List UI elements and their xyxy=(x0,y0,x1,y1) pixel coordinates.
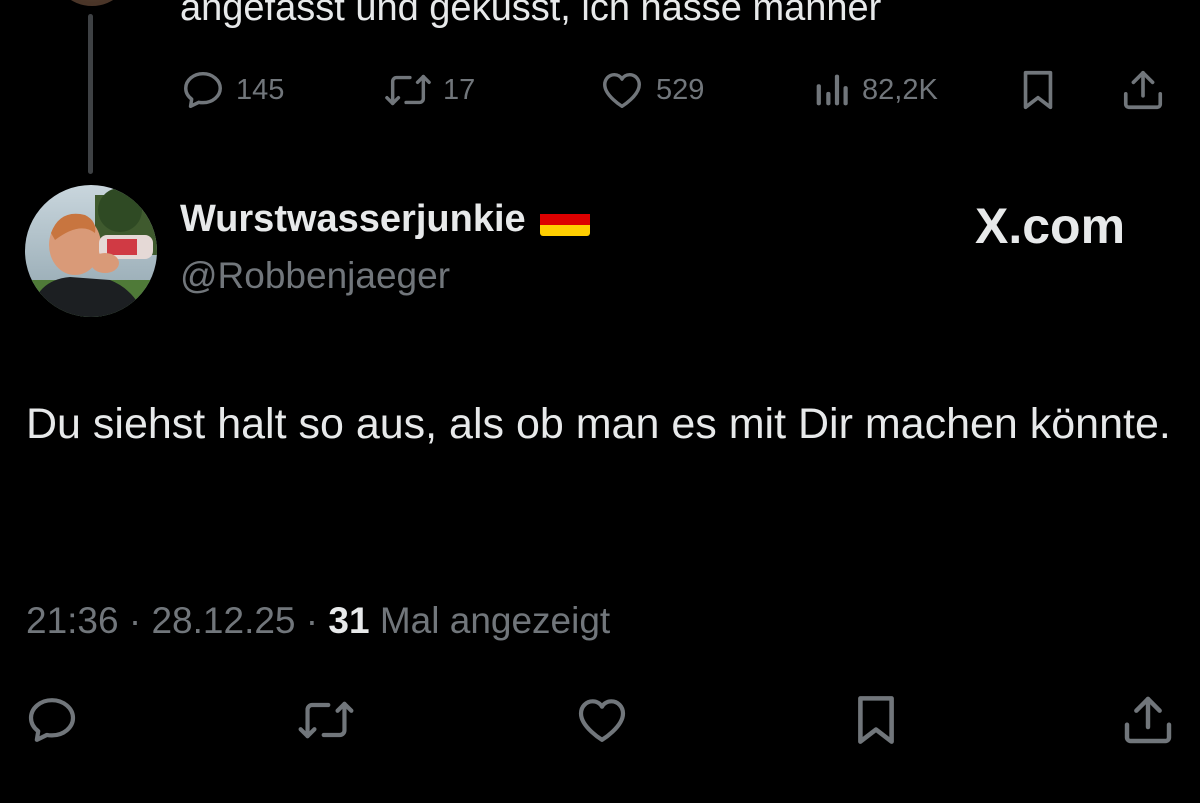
parent-avatar[interactable] xyxy=(52,0,132,6)
reply-icon xyxy=(184,71,222,109)
thread-connector-line xyxy=(88,14,93,174)
avatar-photo xyxy=(25,185,157,317)
repost-button[interactable] xyxy=(296,690,356,750)
like-icon xyxy=(578,699,626,742)
tweet-meta: 21:36 · 28.12.25 · 31 Mal angezeigt xyxy=(26,600,610,642)
tweet-text: Du siehst halt so aus, als ob man es mit… xyxy=(26,400,1171,448)
tweet-detail-screen: angefasst und geküsst, ich hasse männer … xyxy=(0,0,1200,803)
repost-icon xyxy=(385,74,431,106)
repost-icon xyxy=(298,701,354,739)
display-name-text: Wurstwasserjunkie xyxy=(180,198,526,240)
parent-share-button[interactable] xyxy=(1120,66,1166,114)
tweet-action-bar xyxy=(0,690,1200,750)
avatar[interactable] xyxy=(25,185,157,317)
x-com-watermark: X.com xyxy=(975,197,1125,255)
share-button[interactable] xyxy=(1118,690,1178,750)
views-label: Mal angezeigt xyxy=(369,600,611,641)
views-count[interactable]: 31 xyxy=(328,600,369,641)
meta-separator: · xyxy=(118,600,152,641)
german-flag-icon xyxy=(539,203,590,236)
parent-reply-button[interactable]: 145 xyxy=(180,66,284,114)
parent-reply-count: 145 xyxy=(236,73,285,106)
share-icon xyxy=(1123,70,1163,110)
parent-views-button[interactable]: 82,2K xyxy=(812,66,938,114)
views-icon xyxy=(816,74,848,106)
meta-separator: · xyxy=(295,600,329,641)
parent-like-count: 529 xyxy=(656,73,705,106)
like-button[interactable] xyxy=(572,690,632,750)
like-icon xyxy=(603,72,641,109)
share-icon xyxy=(1124,696,1172,744)
parent-repost-button[interactable]: 17 xyxy=(383,66,475,114)
bookmark-icon xyxy=(1023,70,1053,110)
x-com-text: X.com xyxy=(975,198,1126,254)
reply-button[interactable] xyxy=(22,690,82,750)
user-handle[interactable]: @Robbenjaeger xyxy=(180,255,450,297)
bookmark-button[interactable] xyxy=(846,690,906,750)
tweet-date[interactable]: 28.12.25 xyxy=(151,600,295,641)
parent-tweet-actions: 145 17 529 82,2K xyxy=(180,66,1170,114)
parent-repost-count: 17 xyxy=(443,73,476,106)
parent-like-button[interactable]: 529 xyxy=(598,66,704,114)
parent-tweet-text: angefasst und geküsst, ich hasse männer xyxy=(180,0,882,29)
parent-views-count: 82,2K xyxy=(862,73,938,106)
reply-icon xyxy=(28,698,76,742)
tweet-time[interactable]: 21:36 xyxy=(26,600,119,641)
parent-bookmark-button[interactable] xyxy=(1018,66,1058,114)
display-name[interactable]: Wurstwasserjunkie xyxy=(180,198,590,241)
bookmark-icon xyxy=(858,696,894,744)
